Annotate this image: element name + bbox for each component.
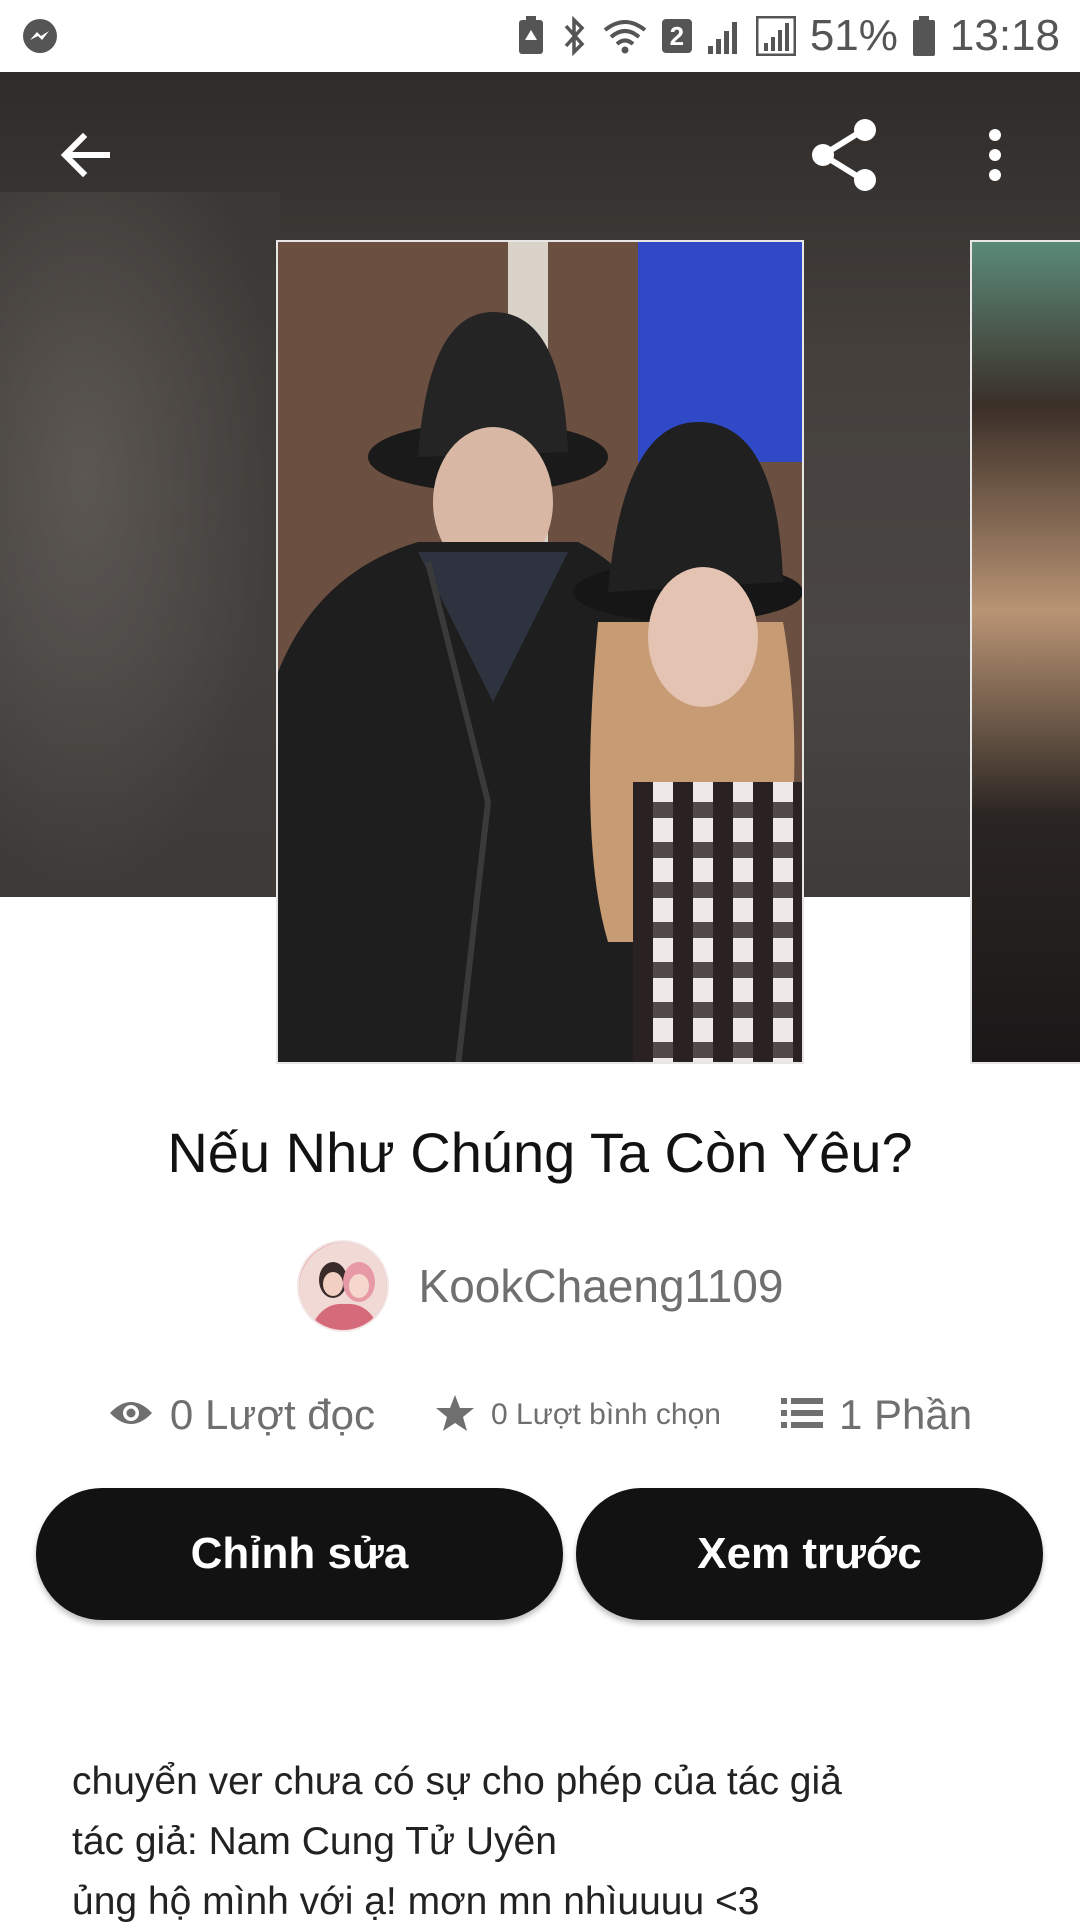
sim-badge: 2 (661, 19, 692, 53)
status-bar: 2 51% 13:18 (0, 0, 1080, 72)
hero-blur (0, 192, 280, 897)
description-line: tác giả: Nam Cung Tử Uyên (72, 1820, 557, 1863)
back-button[interactable] (40, 112, 130, 202)
messenger-icon (20, 16, 60, 56)
next-cover-preview[interactable] (970, 240, 1080, 1064)
story-description: chuyển ver chưa có sự cho phép của tác g… (72, 1752, 1032, 1932)
preview-button[interactable]: Xem trước (576, 1488, 1043, 1620)
list-icon (780, 1396, 823, 1435)
battery-saver-icon (516, 14, 546, 58)
reads-stat: 0 Lượt đọc (108, 1391, 375, 1439)
wifi-icon (602, 16, 648, 56)
more-options-button[interactable] (950, 112, 1040, 202)
eye-icon (108, 1397, 154, 1434)
battery-percent: 51% (809, 11, 898, 60)
description-line: chuyển ver chưa có sự cho phép của tác g… (72, 1760, 842, 1803)
author-name[interactable]: KookChaeng1109 (419, 1259, 784, 1313)
signal-icon (706, 16, 742, 56)
story-stats: 0 Lượt đọc 0 Lượt bình chọn 1 Phần (0, 1385, 1080, 1445)
battery-icon (912, 14, 936, 58)
votes-count: 0 Lượt bình chọn (491, 1398, 721, 1431)
edit-button[interactable]: Chỉnh sửa (36, 1488, 563, 1620)
clock: 13:18 (949, 11, 1060, 60)
top-nav (0, 72, 1080, 242)
back-arrow-icon (57, 127, 113, 188)
share-button[interactable] (800, 112, 890, 202)
avatar[interactable] (296, 1240, 389, 1332)
star-icon (435, 1393, 475, 1438)
story-title: Nếu Như Chúng Ta Còn Yêu? (167, 1121, 913, 1184)
parts-count: 1 Phần (838, 1391, 973, 1438)
signal-icon (755, 16, 796, 56)
description-line: ủng hộ mình với ạ! mơn mn nhìuuuu <3 (72, 1880, 760, 1923)
cover-photo (278, 242, 802, 1062)
author-row[interactable]: KookChaeng1109 (0, 1240, 1080, 1332)
reads-count: 0 Lượt đọc (169, 1391, 376, 1438)
parts-stat: 1 Phần (780, 1391, 973, 1439)
share-icon (807, 117, 883, 198)
more-vert-icon (985, 127, 1005, 188)
votes-stat: 0 Lượt bình chọn (435, 1393, 721, 1438)
story-cover-image[interactable] (276, 240, 804, 1064)
bluetooth-icon (560, 14, 588, 58)
